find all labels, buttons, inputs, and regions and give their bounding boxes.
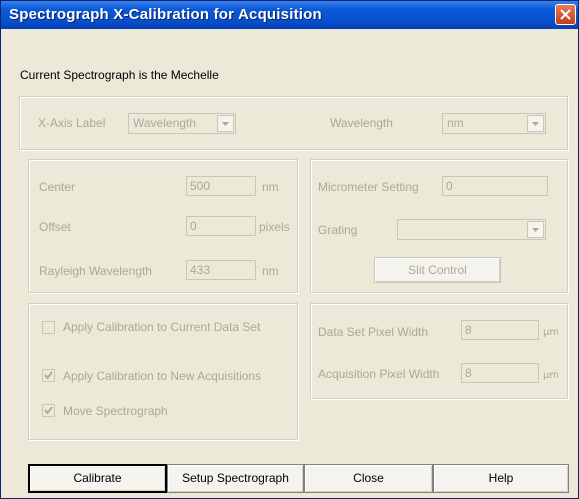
move-spectrograph-label: Move Spectrograph (63, 404, 168, 418)
svg-text:μm: μm (543, 370, 558, 380)
pixel-width-group (310, 303, 568, 399)
title-bar[interactable]: Spectrograph X-Calibration for Acquisiti… (1, 1, 578, 29)
calibrate-button[interactable]: Calibrate (28, 464, 167, 493)
apply-new-checkbox[interactable] (42, 369, 55, 382)
micrometer-setting-input[interactable]: 0 (442, 176, 548, 196)
x-axis-select-value: Wavelength (133, 116, 196, 130)
apply-current-checkbox[interactable] (42, 321, 55, 334)
chevron-down-icon (217, 115, 234, 132)
svg-text:μm: μm (543, 327, 558, 337)
apply-new-label: Apply Calibration to New Acquisitions (63, 369, 262, 383)
close-icon (560, 9, 571, 20)
grating-select[interactable] (397, 219, 546, 240)
setup-spectrograph-button[interactable]: Setup Spectrograph (167, 464, 304, 493)
offset-input[interactable]: 0 (186, 216, 256, 236)
dialog-window: Spectrograph X-Calibration for Acquisiti… (0, 0, 579, 499)
slit-control-button[interactable]: Slit Control (374, 257, 501, 283)
acquisition-pixel-width-input[interactable]: 8 (461, 363, 539, 383)
acquisition-pixel-width-label: Acquisition Pixel Width (318, 367, 440, 381)
center-unit: nm (262, 180, 279, 194)
data-set-pixel-width-input[interactable]: 8 (461, 320, 539, 340)
rayleigh-wavelength-label: Rayleigh Wavelength (39, 264, 152, 278)
center-label: Center (39, 180, 76, 194)
apply-current-label: Apply Calibration to Current Data Set (63, 320, 261, 334)
checkmark-icon (44, 406, 53, 415)
chevron-down-icon (527, 115, 544, 132)
micrometer-unit-icon: μm (543, 370, 558, 380)
grating-label: Grating (318, 223, 358, 237)
window-title: Spectrograph X-Calibration for Acquisiti… (9, 6, 322, 23)
center-input[interactable]: 500 (186, 176, 256, 196)
move-spectrograph-checkbox[interactable] (42, 404, 55, 417)
data-set-pixel-width-label: Data Set Pixel Width (318, 325, 429, 339)
micrometer-setting-label: Micrometer Setting (318, 180, 419, 194)
micrometer-unit-icon: μm (543, 327, 558, 337)
close-window-button[interactable] (555, 4, 576, 25)
offset-label: Offset (39, 220, 71, 234)
help-button[interactable]: Help (433, 464, 569, 493)
wavelength-label: Wavelength (330, 116, 393, 130)
x-axis-label: X-Axis Label (38, 116, 106, 130)
rayleigh-unit: nm (262, 264, 279, 278)
wavelength-unit-value: nm (447, 116, 464, 130)
current-spectrograph-label: Current Spectrograph is the Mechelle (20, 68, 219, 82)
rayleigh-wavelength-input[interactable]: 433 (186, 260, 256, 280)
x-axis-select[interactable]: Wavelength (128, 113, 236, 134)
wavelength-unit-select[interactable]: nm (442, 113, 546, 134)
checkmark-icon (44, 371, 53, 380)
close-button[interactable]: Close (304, 464, 433, 493)
chevron-down-icon (527, 221, 544, 238)
offset-unit: pixels (259, 220, 290, 234)
